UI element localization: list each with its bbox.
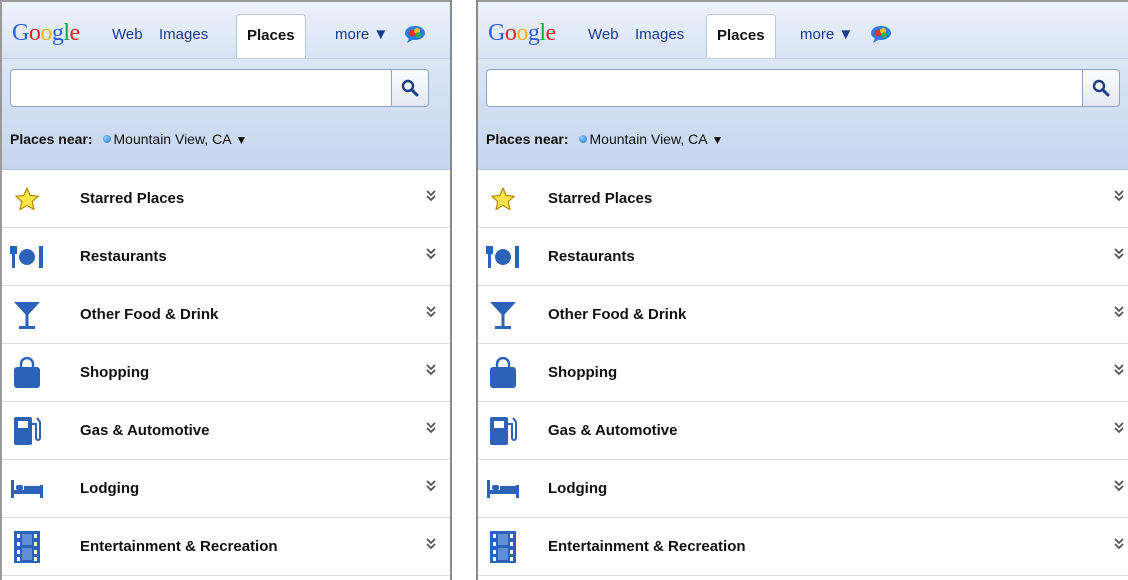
gas-pump-icon — [10, 414, 44, 448]
tab-web[interactable]: Web — [588, 26, 619, 43]
location-selector[interactable]: Mountain View, CA — [114, 131, 232, 147]
category-row-other-food-drink[interactable]: Other Food & Drink — [478, 286, 1128, 344]
category-list: Starred Places Restaurants Other Food & … — [2, 170, 450, 576]
category-label: Other Food & Drink — [548, 306, 687, 323]
category-label: Other Food & Drink — [80, 306, 219, 323]
search-area: Places near: Mountain View, CA ▼ — [478, 59, 1128, 170]
category-row-shopping[interactable]: Shopping — [2, 344, 450, 402]
category-row-starred-places[interactable]: Starred Places — [2, 170, 450, 228]
category-row-gas-automotive[interactable]: Gas & Automotive — [2, 402, 450, 460]
star-icon — [486, 182, 520, 216]
category-label: Entertainment & Recreation — [548, 538, 746, 555]
tab-places[interactable]: Places — [706, 14, 776, 58]
category-label: Starred Places — [548, 190, 653, 207]
film-icon — [486, 530, 520, 564]
places-near: Places near: Mountain View, CA ▼ — [10, 131, 247, 147]
tab-images[interactable]: Images — [159, 26, 208, 43]
search-icon — [401, 79, 419, 97]
cocktail-icon — [486, 298, 520, 332]
expand-chevron-icon[interactable] — [424, 188, 438, 204]
bed-icon — [10, 472, 44, 506]
location-dropdown-arrow[interactable]: ▼ — [236, 133, 248, 147]
expand-chevron-icon[interactable] — [424, 362, 438, 378]
category-row-gas-automotive[interactable]: Gas & Automotive — [478, 402, 1128, 460]
expand-chevron-icon[interactable] — [1112, 246, 1126, 262]
category-label: Restaurants — [80, 248, 167, 265]
expand-chevron-icon[interactable] — [1112, 188, 1126, 204]
tab-images[interactable]: Images — [635, 26, 684, 43]
category-row-starred-places[interactable]: Starred Places — [478, 170, 1128, 228]
more-menu[interactable]: more ▼ — [335, 26, 388, 43]
tab-places[interactable]: Places — [236, 14, 306, 58]
category-row-restaurants[interactable]: Restaurants — [2, 228, 450, 286]
places-near-label: Places near: — [486, 131, 569, 147]
category-label: Starred Places — [80, 190, 185, 207]
expand-chevron-icon[interactable] — [424, 246, 438, 262]
search-button[interactable] — [391, 69, 429, 107]
google-logo[interactable]: Google — [488, 20, 556, 47]
location-selector[interactable]: Mountain View, CA — [590, 131, 708, 147]
category-row-other-food-drink[interactable]: Other Food & Drink — [2, 286, 450, 344]
category-label: Entertainment & Recreation — [80, 538, 278, 555]
category-label: Gas & Automotive — [548, 422, 678, 439]
restaurant-icon — [10, 240, 44, 274]
more-menu[interactable]: more ▼ — [800, 26, 853, 43]
category-row-restaurants[interactable]: Restaurants — [478, 228, 1128, 286]
category-row-shopping[interactable]: Shopping — [478, 344, 1128, 402]
restaurant-icon — [486, 240, 520, 274]
category-label: Lodging — [80, 480, 140, 497]
chat-bubble-icon[interactable] — [870, 25, 892, 43]
cocktail-icon — [10, 298, 44, 332]
tab-web[interactable]: Web — [112, 26, 143, 43]
google-logo[interactable]: Google — [12, 20, 80, 47]
tab-bar: Google Web Images Places more ▼ — [2, 2, 450, 59]
shopping-bag-icon — [486, 356, 520, 390]
category-list: Starred Places Restaurants Other Food & … — [478, 170, 1128, 576]
category-row-lodging[interactable]: Lodging — [478, 460, 1128, 518]
search-area: Places near: Mountain View, CA ▼ — [2, 59, 450, 170]
expand-chevron-icon[interactable] — [424, 304, 438, 320]
expand-chevron-icon[interactable] — [424, 536, 438, 552]
bed-icon — [486, 472, 520, 506]
category-row-lodging[interactable]: Lodging — [2, 460, 450, 518]
search-input[interactable] — [10, 69, 392, 107]
shopping-bag-icon — [10, 356, 44, 390]
expand-chevron-icon[interactable] — [1112, 478, 1126, 494]
film-icon — [10, 530, 44, 564]
places-near: Places near: Mountain View, CA ▼ — [486, 131, 723, 147]
location-dot-icon — [578, 135, 587, 144]
category-label: Shopping — [80, 364, 150, 381]
search-button[interactable] — [1082, 69, 1120, 107]
category-label: Gas & Automotive — [80, 422, 210, 439]
expand-chevron-icon[interactable] — [1112, 536, 1126, 552]
category-row-entertainment-recreation[interactable]: Entertainment & Recreation — [2, 518, 450, 576]
category-label: Lodging — [548, 480, 608, 497]
search-input[interactable] — [486, 69, 1082, 107]
expand-chevron-icon[interactable] — [424, 478, 438, 494]
expand-chevron-icon[interactable] — [1112, 304, 1126, 320]
star-icon — [10, 182, 44, 216]
expand-chevron-icon[interactable] — [1112, 362, 1126, 378]
places-panel-left: Google Web Images Places more ▼ Places n… — [0, 0, 452, 580]
tab-bar: Google Web Images Places more ▼ — [478, 2, 1128, 59]
chat-bubble-icon[interactable] — [404, 25, 426, 43]
category-row-entertainment-recreation[interactable]: Entertainment & Recreation — [478, 518, 1128, 576]
gas-pump-icon — [486, 414, 520, 448]
expand-chevron-icon[interactable] — [1112, 420, 1126, 436]
expand-chevron-icon[interactable] — [424, 420, 438, 436]
places-near-label: Places near: — [10, 131, 93, 147]
location-dot-icon — [102, 135, 111, 144]
search-icon — [1092, 79, 1110, 97]
category-label: Restaurants — [548, 248, 635, 265]
category-label: Shopping — [548, 364, 618, 381]
places-panel-right: Google Web Images Places more ▼ Places n… — [476, 0, 1128, 580]
location-dropdown-arrow[interactable]: ▼ — [712, 133, 724, 147]
